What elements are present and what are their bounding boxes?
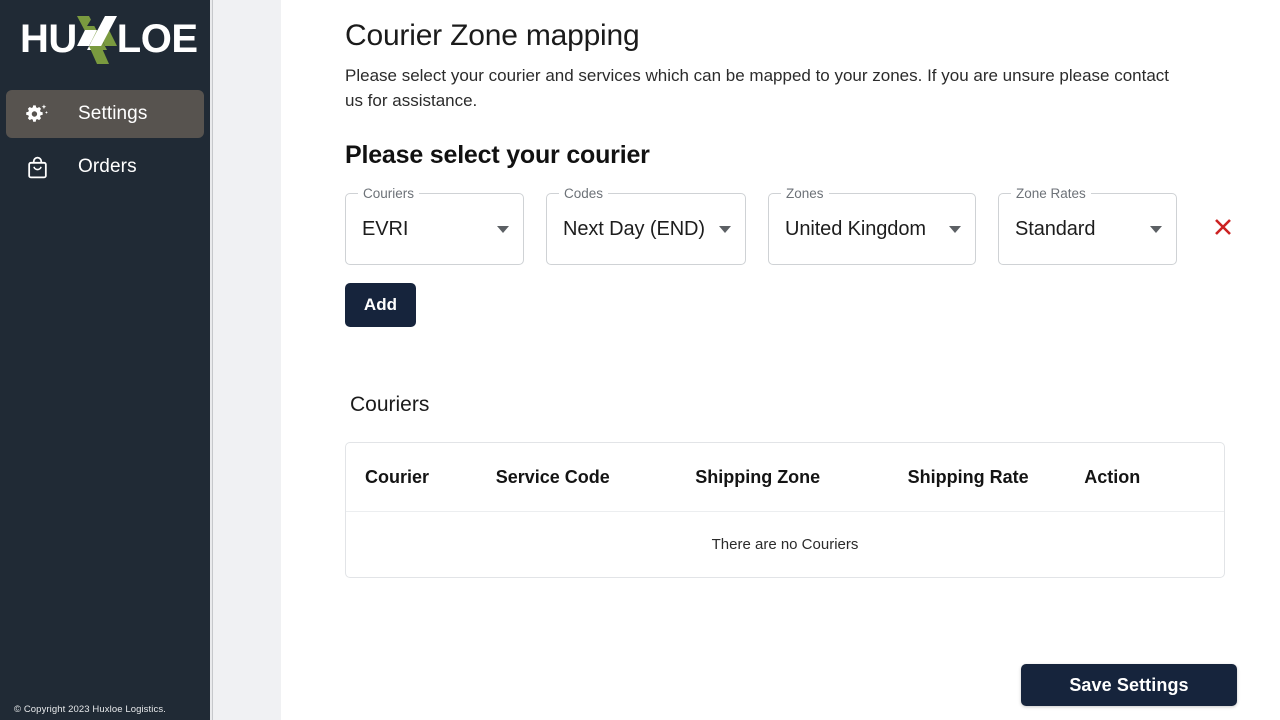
column-header-action: Action <box>1084 443 1224 512</box>
zones-select-value: United Kingdom <box>785 217 926 240</box>
chevron-down-icon <box>1150 225 1162 233</box>
chevron-down-icon <box>949 225 961 233</box>
sidebar-item-label: Settings <box>78 103 148 124</box>
zone-rates-select-label: Zone Rates <box>1011 186 1091 203</box>
add-button[interactable]: Add <box>345 283 416 328</box>
sidebar-nav: Settings Orders <box>0 90 210 191</box>
remove-mapping-button[interactable] <box>1209 213 1237 241</box>
sidebar-item-orders[interactable]: Orders <box>6 143 204 191</box>
sidebar-item-label: Orders <box>78 156 137 177</box>
zone-rates-select[interactable]: Zone Rates Standard <box>998 186 1177 266</box>
table-empty-row: There are no Couriers <box>346 511 1224 577</box>
couriers-select[interactable]: Couriers EVRI <box>345 186 524 266</box>
couriers-table: Courier Service Code Shipping Zone Shipp… <box>345 442 1225 579</box>
column-header-shipping-zone: Shipping Zone <box>695 443 908 512</box>
codes-select-value: Next Day (END) <box>563 217 705 240</box>
chevron-down-icon <box>719 225 731 233</box>
couriers-table-heading: Couriers <box>350 393 430 417</box>
huxloe-x-mark-icon <box>75 12 119 68</box>
content-left-gutter <box>213 0 281 720</box>
couriers-select-value: EVRI <box>362 217 409 240</box>
table-body: There are no Couriers <box>346 511 1224 577</box>
sidebar: HU LOE Settings Orders © Copyright 2023 … <box>0 0 210 720</box>
gear-sparkle-icon <box>22 99 52 129</box>
courier-select-row: Couriers EVRI Codes Next Day (END) Zones… <box>345 186 1237 266</box>
save-settings-button[interactable]: Save Settings <box>1021 664 1237 706</box>
sidebar-item-settings[interactable]: Settings <box>6 90 204 138</box>
logo-text-right: LOE <box>116 17 198 61</box>
logo-text-left: HU <box>20 17 77 61</box>
codes-select[interactable]: Codes Next Day (END) <box>546 186 746 266</box>
close-x-icon <box>1215 219 1231 236</box>
shopping-bag-icon <box>22 152 52 182</box>
page-title: Courier Zone mapping <box>345 19 640 52</box>
zone-rates-select-value: Standard <box>1015 217 1096 240</box>
page-subtitle: Please select your courier and services … <box>345 66 1170 110</box>
table-header-row: Courier Service Code Shipping Zone Shipp… <box>346 443 1224 512</box>
column-header-courier: Courier <box>346 443 496 512</box>
main-content: Courier Zone mapping Please select your … <box>281 0 1280 720</box>
zones-select[interactable]: Zones United Kingdom <box>768 186 976 266</box>
section-title: Please select your courier <box>345 141 650 170</box>
codes-select-label: Codes <box>559 186 609 203</box>
zones-select-label: Zones <box>781 186 829 203</box>
app-root: HU LOE Settings Orders © Copyright 2023 … <box>0 0 1280 720</box>
copyright-text: © Copyright 2023 Huxloe Logistics. <box>14 704 166 715</box>
couriers-select-label: Couriers <box>358 186 420 203</box>
app-logo: HU LOE <box>0 0 210 78</box>
column-header-service-code: Service Code <box>495 443 696 512</box>
column-header-shipping-rate: Shipping Rate <box>907 443 1085 512</box>
chevron-down-icon <box>497 225 509 233</box>
table-empty-message: There are no Couriers <box>711 536 859 554</box>
